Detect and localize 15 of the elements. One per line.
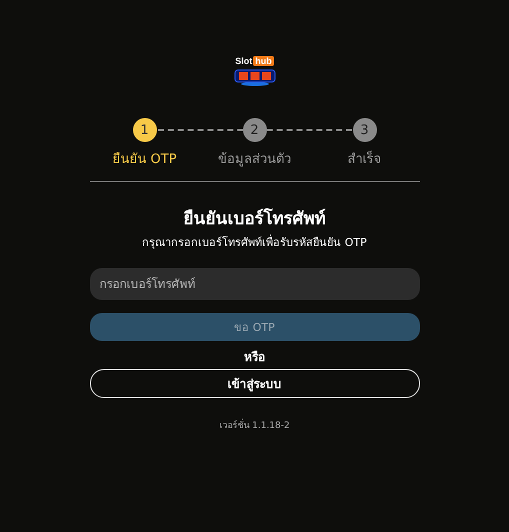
version-text: เวอร์ชั่น 1.1.18-2 <box>90 418 420 432</box>
step-circle: 2 <box>242 118 266 142</box>
step-circle: 3 <box>352 118 376 142</box>
slot-reels-icon <box>232 68 276 86</box>
logo-text: Slot <box>235 56 252 66</box>
page-subtitle: กรุณากรอกเบอร์โทรศัพท์เพื่อรับรหัสยืนยัน OTP <box>141 234 368 251</box>
step-label: ยืนยัน OTP <box>112 151 177 169</box>
or-text: หรือ <box>243 349 266 366</box>
page-title: ยืนยันเบอร์โทรศัพท์ <box>182 207 326 231</box>
logo-badge: hub <box>253 56 274 66</box>
step-circle: 1 <box>132 118 156 142</box>
phone-input-field[interactable]: กรอกเบอร์โทรศัพท์ <box>90 268 420 300</box>
step-label: สำเร็จ <box>348 150 382 169</box>
step-label: ข้อมูลส่วนตัว <box>218 151 291 169</box>
login-button[interactable]: เข้าสู่ระบบ <box>90 369 420 398</box>
